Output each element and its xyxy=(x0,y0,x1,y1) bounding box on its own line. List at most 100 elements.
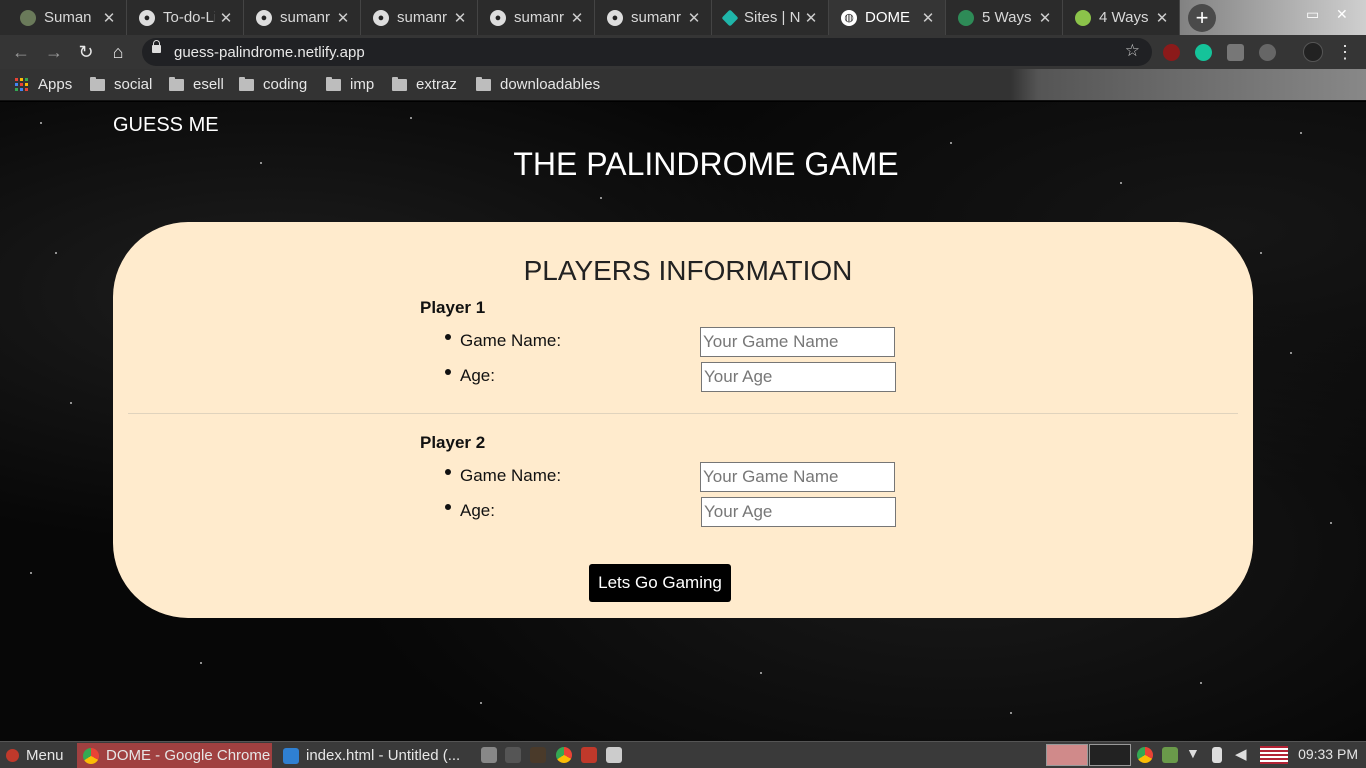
tab-title: To-do-Li xyxy=(163,9,215,26)
globe-icon: ◍ xyxy=(841,9,857,26)
tab-2[interactable]: ● sumanr ✕ xyxy=(244,0,361,35)
chrome-icon xyxy=(83,747,99,764)
battery-icon[interactable] xyxy=(1212,747,1222,763)
workspace-2[interactable] xyxy=(1089,744,1131,766)
workspace-1[interactable] xyxy=(1046,744,1088,766)
close-icon[interactable]: ✕ xyxy=(449,9,471,27)
close-icon[interactable]: ✕ xyxy=(917,9,939,27)
player-1-age-row: Age: xyxy=(445,362,900,392)
close-icon[interactable]: ✕ xyxy=(566,9,588,27)
taskbar-task-vscode[interactable]: index.html - Untitled (... xyxy=(277,743,472,768)
media-player-icon[interactable] xyxy=(530,747,546,763)
player-2-game-name-input[interactable] xyxy=(700,462,895,492)
menu-logo-icon xyxy=(6,749,19,762)
shield-check-icon[interactable] xyxy=(1162,747,1178,763)
task-label: DOME - Google Chrome xyxy=(106,747,271,764)
address-bar[interactable]: guess-palindrome.netlify.app ☆ xyxy=(142,38,1152,66)
tab-1[interactable]: ● To-do-Li ✕ xyxy=(127,0,244,35)
player-1-label: Player 1 xyxy=(420,298,486,317)
window-close-icon[interactable]: ✕ xyxy=(1336,6,1348,23)
start-menu-button[interactable]: Menu xyxy=(0,743,70,768)
bookmark-folder-social[interactable]: social xyxy=(90,76,152,93)
tab-5[interactable]: ● sumanr ✕ xyxy=(595,0,712,35)
bookmark-apps[interactable]: Apps xyxy=(15,76,72,93)
tab-title: sumanr xyxy=(397,9,448,26)
bookmark-label: social xyxy=(114,76,153,93)
lock-icon xyxy=(152,40,161,53)
kebab-menu-icon[interactable]: ⋮ xyxy=(1333,40,1357,64)
folder-icon xyxy=(392,76,407,91)
bullet-icon xyxy=(445,334,451,340)
terminal-icon[interactable] xyxy=(505,747,521,763)
folder-icon xyxy=(239,76,254,91)
github-icon: ● xyxy=(373,9,389,26)
tab-title: sumanr xyxy=(631,9,682,26)
bookmark-label: imp xyxy=(350,76,375,93)
lets-go-gaming-button[interactable]: Lets Go Gaming xyxy=(589,564,731,602)
os-taskbar: Menu DOME - Google Chrome index.html - U… xyxy=(0,741,1366,768)
notes-icon[interactable] xyxy=(606,747,622,763)
close-icon[interactable]: ✕ xyxy=(215,9,237,27)
chrome-tray-icon[interactable] xyxy=(1137,747,1153,763)
bookmark-folder-imp[interactable]: imp xyxy=(326,76,374,93)
netlify-icon xyxy=(721,9,739,26)
chrome-launcher-icon[interactable] xyxy=(556,747,572,763)
player-1-age-input[interactable] xyxy=(701,362,896,392)
player-1-game-name-row: Game Name: xyxy=(445,327,900,357)
site-icon xyxy=(958,9,974,26)
clock[interactable]: 09:33 PM xyxy=(1298,746,1358,762)
tab-7-active[interactable]: ◍ DOME ✕ xyxy=(829,0,946,35)
tab-title: 4 Ways xyxy=(1099,9,1149,26)
close-icon[interactable]: ✕ xyxy=(1151,9,1173,27)
bookmark-folder-downloadables[interactable]: downloadables xyxy=(476,76,600,93)
tab-9[interactable]: 4 Ways ✕ xyxy=(1063,0,1180,35)
tab-title: Sites | N xyxy=(744,9,800,26)
bookmark-folder-esell[interactable]: esell xyxy=(169,76,224,93)
vscode-icon xyxy=(283,747,299,764)
us-flag-icon[interactable] xyxy=(1260,746,1288,764)
ublock-icon[interactable] xyxy=(1163,44,1180,61)
minimize-icon[interactable]: ▭ xyxy=(1306,6,1319,23)
new-tab-button[interactable]: + xyxy=(1188,4,1216,32)
player-1-game-name-input[interactable] xyxy=(700,327,895,357)
bookmark-label: downloadables xyxy=(500,76,601,93)
close-icon[interactable]: ✕ xyxy=(1034,9,1056,27)
filezilla-icon[interactable] xyxy=(581,747,597,763)
back-arrow-icon[interactable]: ← xyxy=(9,40,33,64)
bookmark-label: esell xyxy=(193,76,224,93)
tab-4[interactable]: ● sumanr ✕ xyxy=(478,0,595,35)
brand-link[interactable]: GUESS ME xyxy=(113,114,219,137)
home-icon[interactable]: ⌂ xyxy=(106,40,130,64)
close-icon[interactable]: ✕ xyxy=(683,9,705,27)
bookmark-label: Apps xyxy=(38,76,73,93)
bookmark-folder-extraz[interactable]: extraz xyxy=(392,76,457,93)
tab-6[interactable]: Sites | N ✕ xyxy=(712,0,829,35)
wifi-icon[interactable]: ▼ xyxy=(1186,745,1202,761)
taskbar-task-chrome[interactable]: DOME - Google Chrome xyxy=(77,743,272,768)
close-icon[interactable]: ✕ xyxy=(800,9,822,27)
github-icon: ● xyxy=(139,9,155,26)
folder-icon xyxy=(90,76,105,91)
bookmark-star-icon[interactable]: ☆ xyxy=(1125,41,1140,61)
tab-8[interactable]: 5 Ways ✕ xyxy=(946,0,1063,35)
extension-icon[interactable] xyxy=(1259,44,1276,61)
bookmark-folder-coding[interactable]: coding xyxy=(239,76,307,93)
tab-0[interactable]: Suman ✕ xyxy=(0,0,127,35)
files-icon[interactable] xyxy=(481,747,497,763)
bullet-icon xyxy=(445,469,451,475)
volume-icon[interactable]: ◀ xyxy=(1235,745,1251,763)
player-2-age-input[interactable] xyxy=(701,497,896,527)
grammarly-icon[interactable] xyxy=(1195,44,1212,61)
avatar[interactable] xyxy=(1303,42,1323,62)
forward-arrow-icon[interactable]: → xyxy=(42,40,66,64)
folder-icon xyxy=(476,76,491,91)
github-icon: ● xyxy=(607,9,623,26)
tab-3[interactable]: ● sumanr ✕ xyxy=(361,0,478,35)
shield-icon[interactable] xyxy=(1227,44,1244,61)
reload-icon[interactable]: ↻ xyxy=(74,40,98,64)
close-icon[interactable]: ✕ xyxy=(98,9,120,27)
person-icon xyxy=(20,9,36,26)
bookmark-label: extraz xyxy=(416,76,457,93)
close-icon[interactable]: ✕ xyxy=(332,9,354,27)
bookmarks-bar: Apps social esell coding imp extraz down… xyxy=(0,69,1366,101)
